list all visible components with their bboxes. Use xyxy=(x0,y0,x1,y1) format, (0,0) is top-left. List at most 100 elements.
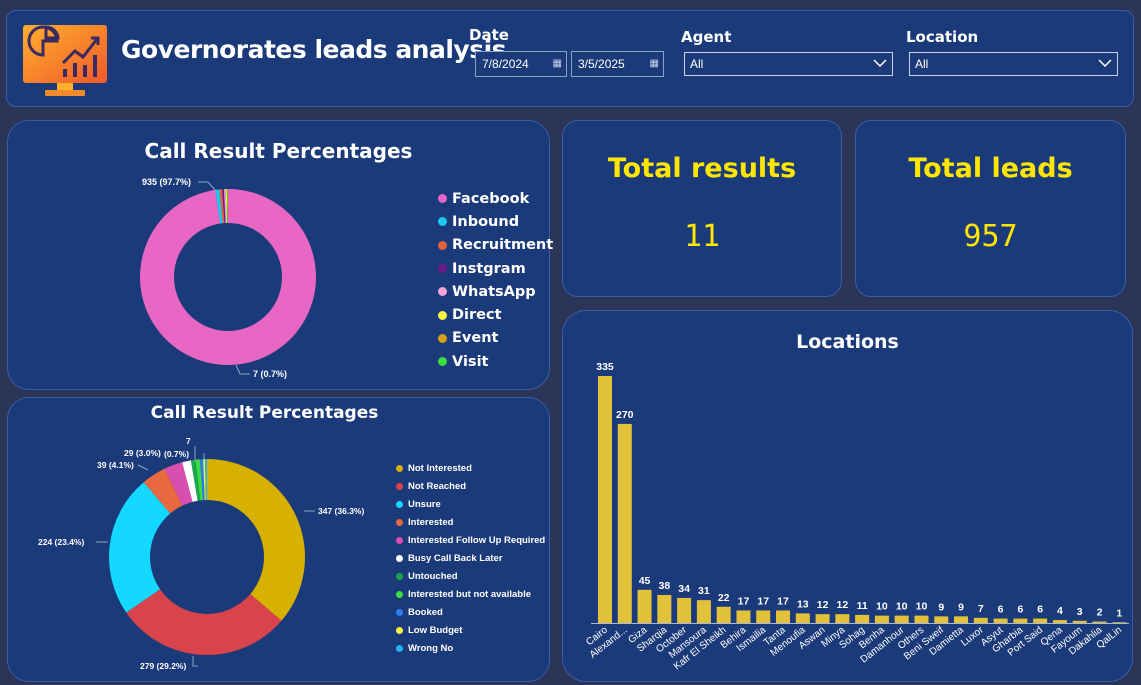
monitor-analytics-icon xyxy=(23,25,107,96)
legend-dot xyxy=(396,500,403,508)
bar-qallin[interactable] xyxy=(1112,622,1127,623)
call-result-slice-not-interested[interactable] xyxy=(207,459,305,621)
legend-label: Visit xyxy=(452,353,489,370)
date-to-input[interactable]: 3/5/2025 ▦ xyxy=(571,51,664,77)
legend-label: Interested but not available xyxy=(408,589,531,601)
data-label-facebook: 935 (97.7%) xyxy=(142,177,191,187)
bar-behira[interactable] xyxy=(736,610,751,623)
legend-label: Booked xyxy=(408,607,443,619)
source-slice-facebook[interactable] xyxy=(140,189,317,365)
bar-ismailia[interactable] xyxy=(756,610,771,623)
bar-value-label: 38 xyxy=(658,580,670,592)
legend-item-low-budget[interactable]: Low Budget xyxy=(396,622,545,640)
legend-item-not-reached[interactable]: Not Reached xyxy=(396,477,545,495)
bar-menoufia[interactable] xyxy=(795,613,810,623)
legend-label: Wrong No xyxy=(408,643,454,655)
date-filter-label: Date xyxy=(469,26,509,44)
bar-sohag[interactable] xyxy=(855,614,870,623)
data-label-not-interested: 347 (36.3%) xyxy=(318,506,364,516)
bar-minya[interactable] xyxy=(835,614,850,623)
bar-giza[interactable] xyxy=(637,589,652,623)
bar-october[interactable] xyxy=(677,597,692,623)
calendar-icon[interactable]: ▦ xyxy=(650,52,659,76)
legend-item-event[interactable]: Event xyxy=(438,327,553,350)
legend-item-interested-but-not-available[interactable]: Interested but not available xyxy=(396,586,545,604)
legend-item-recruitment[interactable]: Recruitment xyxy=(438,234,553,257)
total-leads-card: Total leads 957 xyxy=(855,120,1126,297)
legend-item-not-interested[interactable]: Not Interested xyxy=(396,459,545,477)
legend-item-untouched[interactable]: Untouched xyxy=(396,568,545,586)
bar-damanhour[interactable] xyxy=(894,615,909,623)
total-results-card: Total results 11 xyxy=(562,120,842,297)
bar-value-label: 31 xyxy=(698,585,710,597)
bar-cairo[interactable] xyxy=(598,376,612,623)
legend-label: Direct xyxy=(452,307,502,324)
legend-label: Untouched xyxy=(408,571,458,583)
bar-value-label: 6 xyxy=(998,604,1004,616)
bar-port-said[interactable] xyxy=(1033,618,1048,623)
header-bar: Governorates leads analysis Date 7/8/202… xyxy=(6,10,1134,107)
total-leads-value: 957 xyxy=(963,219,1018,254)
legend-dot xyxy=(396,518,403,526)
bar-mansoura[interactable] xyxy=(696,600,711,623)
legend-label: Inbound xyxy=(452,213,520,230)
bar-value-label: 9 xyxy=(958,601,964,613)
legend-dot xyxy=(438,217,447,227)
legend-dot xyxy=(438,310,447,320)
bar-value-label: 11 xyxy=(857,600,868,612)
legend-item-busy-call-back-later[interactable]: Busy Call Back Later xyxy=(396,549,545,567)
call-result-donut-legend: Not Interested Not Reached Unsure Intereste… xyxy=(396,459,545,658)
bar-alexand[interactable] xyxy=(617,423,632,623)
leader-line xyxy=(137,464,149,471)
bar-beni-sweif[interactable] xyxy=(934,616,949,623)
legend-dot xyxy=(438,264,447,274)
bar-dakahlia[interactable] xyxy=(1092,621,1107,623)
bar-value-label: 4 xyxy=(1057,605,1063,617)
legend-item-booked[interactable]: Booked xyxy=(396,604,545,622)
location-select[interactable]: All xyxy=(909,52,1118,76)
bar-value-label: 335 xyxy=(596,361,614,373)
legend-item-unsure[interactable]: Unsure xyxy=(396,495,545,513)
legend-item-inbound[interactable]: Inbound xyxy=(438,210,553,233)
legend-item-wrong-no[interactable]: Wrong No xyxy=(396,640,545,658)
bar-sharqia[interactable] xyxy=(657,594,672,623)
legend-label: Facebook xyxy=(452,190,530,207)
bar-others[interactable] xyxy=(914,615,929,623)
bar-damietta[interactable] xyxy=(954,616,969,623)
page-title: Governorates leads analysis xyxy=(121,35,507,64)
legend-dot xyxy=(396,555,403,563)
bar-asyut[interactable] xyxy=(993,618,1008,623)
legend-label: WhatsApp xyxy=(452,283,536,300)
data-label-interested-follow-up-required: 29 (3.0%) xyxy=(124,448,161,458)
bar-value-label: 45 xyxy=(639,575,651,587)
call-result-donut-chart: 347 (36.3%) 279 (29.2%) 224 (23.4%) 39 (4.1… xyxy=(38,436,364,671)
agent-select[interactable]: All xyxy=(684,52,893,76)
bar-qena[interactable] xyxy=(1052,620,1067,623)
legend-item-direct[interactable]: Direct xyxy=(438,303,553,326)
legend-dot xyxy=(396,573,403,581)
bar-luxor[interactable] xyxy=(973,617,988,623)
calendar-icon[interactable]: ▦ xyxy=(553,52,562,76)
data-label-untouched: 7 xyxy=(186,436,191,446)
bar-gharbia[interactable] xyxy=(1013,618,1028,623)
bar-value-label: 10 xyxy=(876,601,888,613)
legend-item-instgram[interactable]: Instgram xyxy=(438,257,553,280)
location-select-value: All xyxy=(915,57,929,71)
locations-panel: Locations 335 Cairo 270 Alexand... 45 Giza 38 S… xyxy=(562,310,1133,682)
legend-item-whatsapp[interactable]: WhatsApp xyxy=(438,280,553,303)
bar-kafr-el-sheikh[interactable] xyxy=(716,606,731,623)
date-from-input[interactable]: 7/8/2024 ▦ xyxy=(475,51,567,77)
date-to-value: 3/5/2025 xyxy=(578,57,625,71)
data-label-not-reached: 279 (29.2%) xyxy=(140,661,186,671)
bar-benha[interactable] xyxy=(874,615,889,623)
source-donut-legend: Facebook Inbound Recruitment Instgram WhatsA… xyxy=(438,187,553,373)
bar-aswan[interactable] xyxy=(815,614,830,623)
legend-item-visit[interactable]: Visit xyxy=(438,350,553,373)
legend-item-facebook[interactable]: Facebook xyxy=(438,187,553,210)
bar-fayoum[interactable] xyxy=(1072,620,1087,623)
legend-item-interested-follow-up-required[interactable]: Interested Follow Up Required xyxy=(396,531,545,549)
legend-label: Event xyxy=(452,330,499,347)
bar-value-label: 2 xyxy=(1097,607,1103,619)
bar-tanta[interactable] xyxy=(776,610,791,623)
legend-item-interested[interactable]: Interested xyxy=(396,513,545,531)
